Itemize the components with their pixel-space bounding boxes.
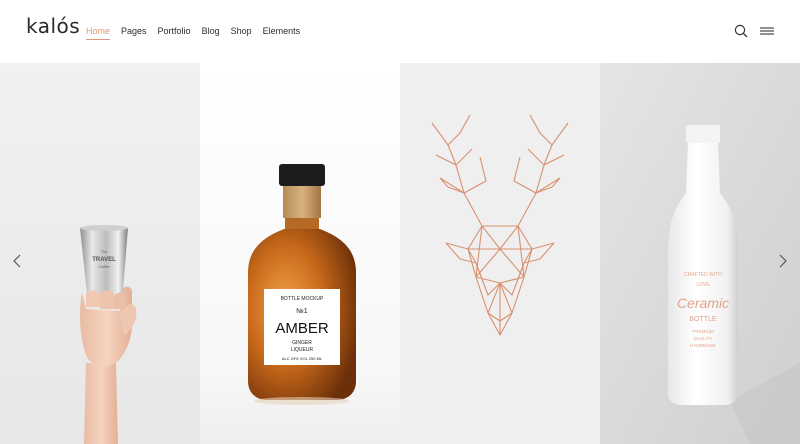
chevron-right-icon[interactable]	[778, 254, 788, 268]
ceramic-label-b1: PREMIUM	[692, 329, 714, 334]
portfolio-slider[interactable]: The TRAVEL Coffee BOTTLE MOCKUP №1 AMBER…	[0, 63, 800, 444]
nav-item-home[interactable]: Home	[86, 25, 111, 40]
slide-amber-bottle[interactable]: BOTTLE MOCKUP №1 AMBER GINGER LIQUEUR AL…	[200, 63, 400, 444]
chevron-left-icon[interactable]	[12, 254, 22, 268]
slide-tumbler[interactable]: The TRAVEL Coffee	[0, 63, 200, 444]
ceramic-label-love: LOVE	[696, 282, 710, 288]
nav-item-pages[interactable]: Pages	[121, 25, 147, 37]
deer-head-image	[400, 63, 600, 444]
menu-icon[interactable]	[760, 24, 774, 38]
nav-item-blog[interactable]: Blog	[202, 25, 220, 37]
tumbler-text-travel: TRAVEL	[92, 257, 116, 263]
amber-label-no: №1	[296, 308, 308, 315]
ceramic-bottle-image: CRAFTED WITH LOVE Ceramic BOTTLE PREMIUM…	[600, 63, 800, 444]
search-icon[interactable]	[734, 24, 748, 38]
ceramic-label-script: Ceramic	[677, 295, 729, 311]
tumbler-text-the: The	[101, 249, 109, 254]
nav-item-elements[interactable]: Elements	[263, 25, 301, 37]
ceramic-label-bottle: BOTTLE	[689, 316, 717, 323]
ceramic-label-top: CRAFTED WITH	[684, 272, 722, 278]
ceramic-label-b3: HANDMADE	[690, 343, 716, 348]
amber-label-title: AMBER	[275, 320, 329, 337]
amber-label-top: BOTTLE MOCKUP	[281, 296, 324, 302]
amber-label-sub1: GINGER	[292, 340, 312, 346]
header-icons	[734, 24, 774, 38]
nav-item-shop[interactable]: Shop	[231, 25, 252, 37]
nav-item-portfolio[interactable]: Portfolio	[158, 25, 191, 37]
site-logo[interactable]: kalós	[26, 14, 80, 38]
tumbler-text-coffee: Coffee	[98, 264, 111, 269]
tumbler-image: The TRAVEL Coffee	[0, 63, 200, 444]
slide-deer[interactable]	[400, 63, 600, 444]
main-nav: Home Pages Portfolio Blog Shop Elements	[86, 25, 311, 40]
ceramic-label-b2: QUALITY	[693, 336, 712, 341]
amber-label-foot: ALC 29% VOL 250 ML	[282, 356, 323, 361]
amber-bottle-image: BOTTLE MOCKUP №1 AMBER GINGER LIQUEUR AL…	[200, 63, 400, 444]
amber-label-sub2: LIQUEUR	[291, 347, 314, 353]
site-header: kalós Home Pages Portfolio Blog Shop Ele…	[0, 0, 800, 63]
slide-ceramic-bottle[interactable]: CRAFTED WITH LOVE Ceramic BOTTLE PREMIUM…	[600, 63, 800, 444]
